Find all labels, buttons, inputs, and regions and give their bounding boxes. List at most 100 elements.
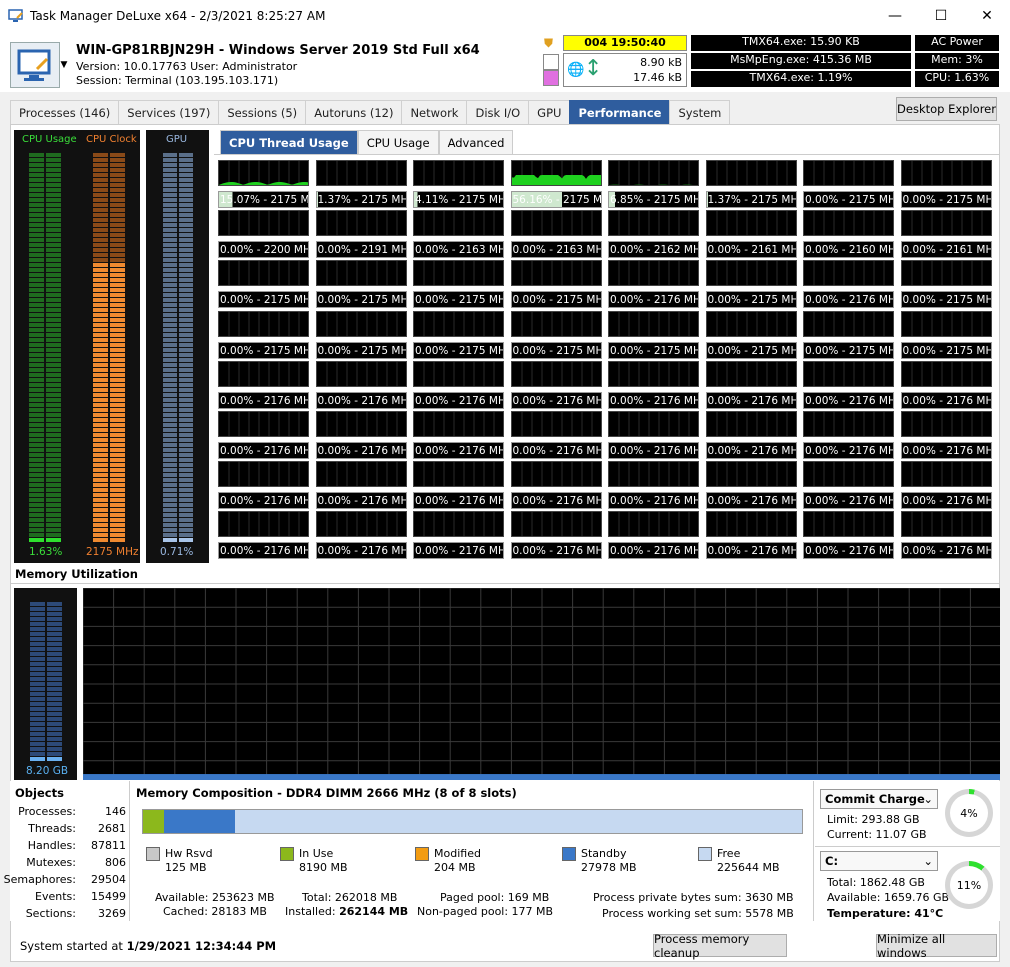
meter-segment <box>29 358 44 362</box>
thread-cell: 0.00% - 2176 MHz <box>315 411 407 459</box>
disk-select-label: C: <box>825 854 839 868</box>
thread-cell: 0.00% - 2176 MHz <box>705 411 797 459</box>
tab-sessions[interactable]: Sessions (5) <box>218 100 307 124</box>
meter-segment <box>110 153 125 157</box>
thread-graph <box>608 260 700 288</box>
tab-network[interactable]: Network <box>401 100 468 124</box>
subtab-cpu-usage[interactable]: CPU Usage <box>357 130 439 154</box>
thread-graph <box>218 210 310 238</box>
thread-cell: 0.00% - 2176 MHz <box>413 360 505 409</box>
thread-label: 0.00% - 2161 MHz <box>705 241 797 259</box>
thread-graph <box>315 511 407 539</box>
tab-gpu[interactable]: GPU <box>528 100 571 124</box>
thread-cell: 1.37% - 2175 MHz <box>705 160 798 208</box>
tab-services[interactable]: Services (197) <box>118 100 220 124</box>
meter-segment <box>163 168 177 172</box>
chevron-down-icon[interactable]: ▼ <box>58 42 70 88</box>
meter-segment <box>110 298 125 302</box>
meter-segment <box>110 168 125 172</box>
thread-graph <box>315 360 407 388</box>
meter-segment <box>29 218 44 222</box>
meter-segment <box>29 153 44 157</box>
computer-icon[interactable] <box>10 42 60 88</box>
meter-segment <box>29 388 44 392</box>
meter-segment <box>110 253 125 257</box>
tab-performance[interactable]: Performance <box>569 100 671 124</box>
meter-segment <box>30 727 45 731</box>
object-value: 806 <box>105 856 126 869</box>
meter-segment <box>163 458 177 462</box>
meter-segment <box>179 218 193 222</box>
meter-segment <box>179 408 193 412</box>
meter-segment <box>46 163 61 167</box>
object-value: 15499 <box>91 890 126 903</box>
subtab-cpu-thread-usage[interactable]: CPU Thread Usage <box>220 130 358 154</box>
minimize-all-windows-button[interactable]: Minimize all windows <box>876 932 997 960</box>
thread-label: 0.00% - 2175 MHz <box>510 291 602 309</box>
thread-graph <box>608 461 700 489</box>
thread-graph <box>413 260 505 288</box>
meter-segment <box>29 518 44 522</box>
thread-cell: 0.00% - 2175 MHz <box>705 310 797 359</box>
thread-graph <box>803 260 895 288</box>
thread-label: 0.00% - 2176 MHz <box>413 542 504 560</box>
object-value: 87811 <box>91 839 126 852</box>
object-value: 146 <box>105 805 126 818</box>
meter-segment <box>110 343 125 347</box>
meter-segment <box>163 393 177 397</box>
thread-graph <box>413 360 505 388</box>
meter-segment <box>93 413 108 417</box>
minimize-button[interactable]: — <box>872 0 918 32</box>
subtab-advanced[interactable]: Advanced <box>438 130 514 154</box>
meter-segment <box>29 163 44 167</box>
thread-label: 0.00% - 2175 MHz <box>900 341 992 359</box>
tab-processes[interactable]: Processes (146) <box>10 100 120 124</box>
meter-segment <box>29 468 44 472</box>
meter-segment <box>110 383 125 387</box>
meter-segment <box>93 328 108 332</box>
meter-segment <box>179 538 193 542</box>
meter-segment <box>46 253 61 257</box>
meter-segment <box>179 168 193 172</box>
disk-select[interactable]: C: ⌄ <box>820 851 938 871</box>
process-memory-cleanup-button[interactable]: Process memory cleanup <box>653 932 787 960</box>
thread-graph <box>803 461 895 489</box>
meter-segment <box>29 403 44 407</box>
maximize-button[interactable]: ☐ <box>918 0 964 32</box>
objects-title: Objects <box>15 786 64 800</box>
meter-segment <box>163 233 177 237</box>
meter-segment <box>163 443 177 447</box>
meter-segment <box>46 203 61 207</box>
meter-segment <box>46 423 61 427</box>
tab-disk[interactable]: Disk I/O <box>466 100 530 124</box>
thread-label: 0.00% - 2176 MHz <box>608 492 699 510</box>
thread-graph <box>608 310 700 338</box>
cpu-clock-meter <box>93 153 125 542</box>
tab-autoruns[interactable]: Autoruns (12) <box>305 100 403 124</box>
meter-segment <box>29 433 44 437</box>
meter-segment <box>93 408 108 412</box>
desktop-explorer-button[interactable]: Desktop Explorer <box>896 97 997 121</box>
thread-cell: 0.00% - 2175 MHz <box>218 260 310 309</box>
meter-segment <box>163 293 177 297</box>
meter-segment <box>29 158 44 162</box>
meter-segment <box>110 293 125 297</box>
meter-segment <box>110 448 125 452</box>
thread-cell: 0.00% - 2161 MHz <box>705 210 797 259</box>
thread-cell: 0.00% - 2176 MHz <box>510 511 602 560</box>
close-button[interactable]: ✕ <box>964 0 1010 32</box>
meter-segment <box>30 607 45 611</box>
thread-label: 0.00% - 2176 MHz <box>803 291 894 309</box>
objects-panel: Objects Processes: 146 Threads: 2681 Handles… <box>4 781 130 921</box>
meter-segment <box>110 488 125 492</box>
thread-cell: 0.00% - 2175 MHz <box>900 260 992 309</box>
thread-cell: 0.00% - 2176 MHz <box>413 461 505 510</box>
meter-segment <box>163 348 177 352</box>
commit-charge-select[interactable]: Commit Charge ⌄ <box>820 789 938 809</box>
session-info: Session: Terminal (103.195.103.171) <box>76 74 279 87</box>
globe-icon: 🌐 <box>567 62 585 78</box>
commit-current: Current: 11.07 GB <box>827 828 927 841</box>
meter-segment <box>93 493 108 497</box>
tab-system[interactable]: System <box>669 100 731 124</box>
thread-graph <box>218 310 310 338</box>
